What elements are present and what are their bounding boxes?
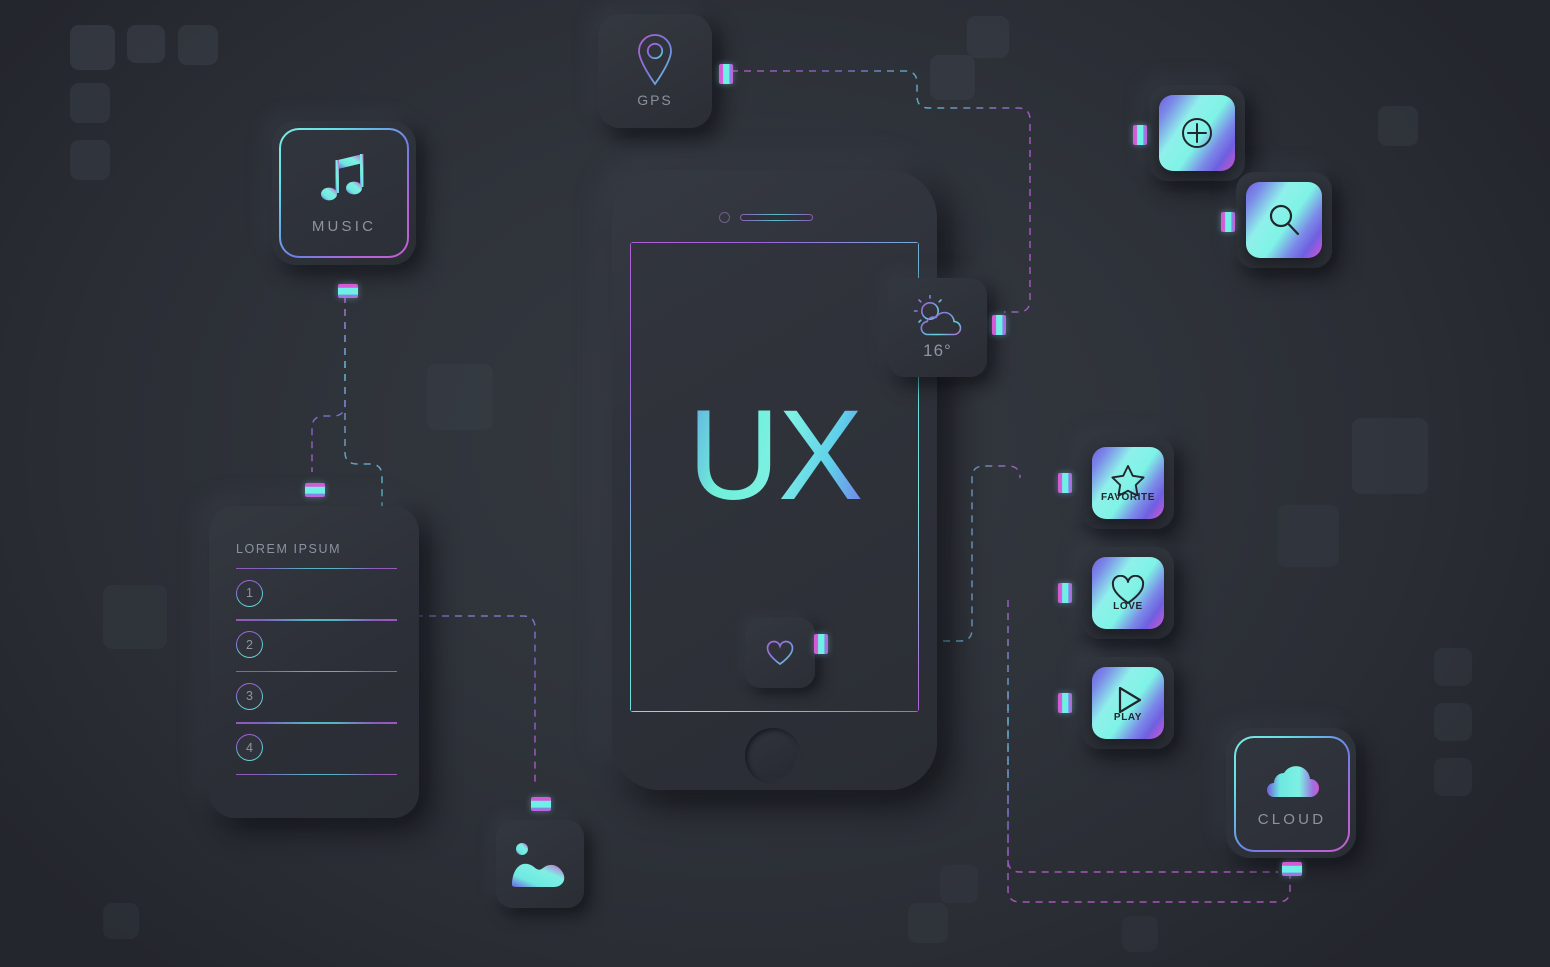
background-square [908, 903, 948, 943]
background-square [1122, 916, 1158, 952]
speaker-grille [740, 214, 813, 221]
play-tile-label: PLAY [1113, 711, 1143, 723]
smartphone-mockup[interactable]: UX [612, 170, 937, 790]
background-square [930, 55, 975, 100]
play-tile[interactable]: PLAY [1092, 667, 1164, 739]
music-label: MUSIC [311, 217, 377, 235]
list-item[interactable]: 4 [236, 724, 397, 772]
background-square [70, 83, 110, 123]
sun-behind-cloud-icon [913, 294, 961, 335]
map-pin-icon [638, 34, 672, 86]
list-item-number: 1 [236, 580, 263, 607]
plus-circle-icon [1177, 113, 1217, 153]
dot-list [305, 483, 325, 497]
search-tile[interactable] [1246, 182, 1322, 258]
camera-icon [719, 212, 730, 223]
weather-temperature: 16° [923, 340, 952, 360]
favorite-tile-label: FAVORITE [1100, 491, 1156, 503]
list-divider [236, 568, 397, 570]
list-item[interactable]: 2 [236, 621, 397, 669]
list-divider [236, 619, 397, 621]
list-divider [236, 722, 397, 724]
list-item[interactable]: 3 [236, 672, 397, 720]
cloud-card[interactable]: CLOUD [1234, 736, 1350, 852]
background-square [127, 25, 165, 63]
list-panel-title: LOREM IPSUM [236, 542, 342, 556]
dot-photo [531, 797, 551, 811]
list-divider [236, 670, 397, 673]
background-square [427, 364, 493, 430]
love-tile[interactable]: LOVE [1092, 557, 1164, 629]
music-note-icon [321, 153, 364, 200]
dot-gps [719, 64, 733, 84]
gps-card[interactable]: GPS [598, 14, 712, 128]
photo-card[interactable] [496, 820, 584, 908]
cloud-icon [1267, 765, 1319, 797]
background-square [1434, 758, 1472, 796]
background-square [967, 16, 1009, 58]
add-tile[interactable] [1159, 95, 1235, 171]
dot-favorite [1058, 473, 1072, 493]
canvas-stage: GPS MUSIC UX 16° LOREM IPSUM 1 2 3 4 CLO… [0, 0, 1550, 967]
background-square [1378, 106, 1418, 146]
dot-add [1133, 125, 1147, 145]
heart-icon [766, 640, 794, 666]
cloud-label: CLOUD [1257, 810, 1327, 828]
background-square [178, 25, 218, 65]
background-square [103, 585, 167, 649]
dot-love [1058, 583, 1072, 603]
background-square [1352, 418, 1428, 494]
list-divider [236, 773, 397, 775]
background-square [1434, 703, 1472, 741]
background-square [70, 140, 110, 180]
magnifier-icon [1264, 200, 1304, 240]
dot-weather [992, 315, 1006, 335]
dot-cloud [1282, 862, 1302, 876]
background-square [1277, 505, 1339, 567]
ux-wordmark: UX [612, 392, 937, 520]
weather-widget[interactable]: 16° [888, 278, 987, 377]
music-card[interactable]: MUSIC [279, 128, 409, 258]
dot-play [1058, 693, 1072, 713]
list-panel[interactable]: LOREM IPSUM 1 2 3 4 [209, 506, 419, 818]
dot-search [1221, 212, 1235, 232]
love-tile-label: LOVE [1113, 600, 1143, 612]
background-square [103, 903, 139, 939]
background-square [1434, 648, 1472, 686]
list-item-number: 4 [236, 734, 263, 761]
dot-music [338, 284, 358, 298]
list-item-number: 3 [236, 683, 263, 710]
home-button[interactable] [745, 728, 801, 784]
dot-heart [814, 634, 828, 654]
list-item-number: 2 [236, 631, 263, 658]
screen-heart-button[interactable] [745, 618, 815, 688]
list-item[interactable]: 1 [236, 569, 397, 617]
background-square [940, 865, 978, 903]
background-square [70, 25, 115, 70]
favorite-tile[interactable]: FAVORITE [1092, 447, 1164, 519]
gps-label: GPS [637, 92, 673, 108]
image-landscape-icon [512, 843, 565, 887]
